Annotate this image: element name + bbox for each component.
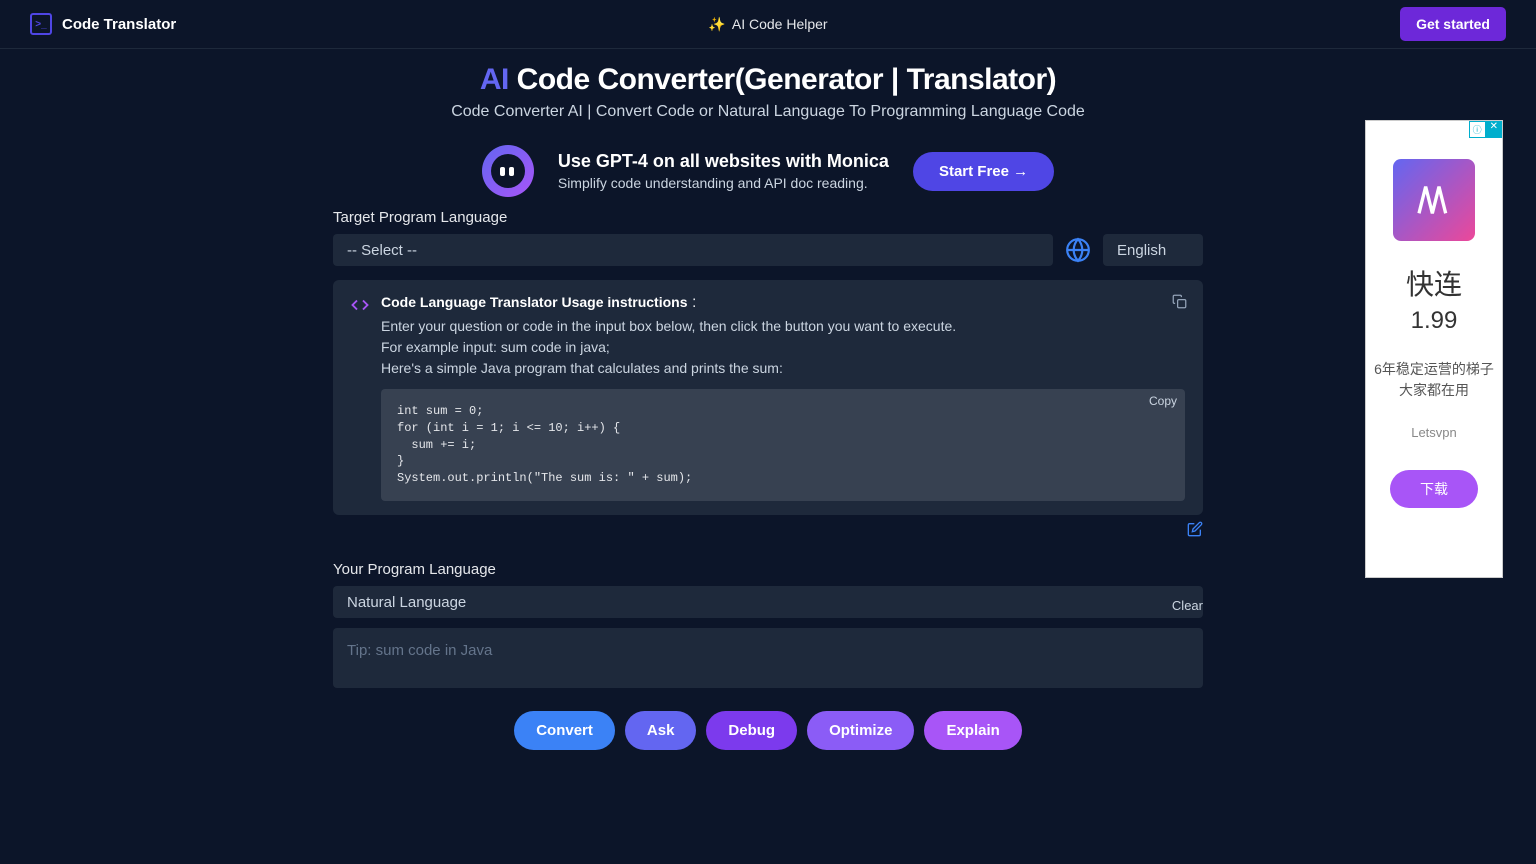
debug-button[interactable]: Debug <box>706 711 797 750</box>
code-copy-button[interactable]: Copy <box>1149 393 1177 410</box>
ad-download-button[interactable]: 下载 <box>1390 470 1478 508</box>
ad-brand: Letsvpn <box>1411 425 1457 440</box>
promo-title: Use GPT-4 on all websites with Monica <box>558 151 889 172</box>
code-input[interactable] <box>333 628 1203 688</box>
header-center[interactable]: ✨ AI Code Helper <box>708 16 827 33</box>
header: >_ Code Translator ✨ AI Code Helper Get … <box>0 0 1536 49</box>
sparkle-icon: ✨ <box>708 16 725 33</box>
instructions-line3: Here's a simple Java program that calcul… <box>381 358 1185 379</box>
title-ai: AI <box>480 63 509 96</box>
code-content: int sum = 0; for (int i = 1; i <= 10; i+… <box>397 404 692 485</box>
code-example: Copy int sum = 0; for (int i = 1; i <= 10… <box>381 389 1185 501</box>
edit-row <box>333 521 1203 537</box>
get-started-button[interactable]: Get started <box>1400 7 1506 41</box>
main-container: Target Program Language -- Select -- Eng… <box>333 209 1203 750</box>
your-lang-section: Your Program Language Natural Language C… <box>333 561 1203 693</box>
start-free-button[interactable]: Start Free → <box>913 152 1054 191</box>
copy-icon[interactable] <box>1172 294 1187 309</box>
instructions-title: Code Language Translator Usage instructi… <box>381 294 688 310</box>
instructions-line2: For example input: sum code in java; <box>381 337 1185 358</box>
optimize-button[interactable]: Optimize <box>807 711 914 750</box>
promo-subtitle: Simplify code understanding and API doc … <box>558 175 889 191</box>
target-lang-label: Target Program Language <box>333 209 1203 226</box>
your-lang-label: Your Program Language <box>333 561 1203 578</box>
promo-banner: Use GPT-4 on all websites with Monica Si… <box>333 145 1203 197</box>
globe-icon <box>1065 237 1091 263</box>
target-select-row: -- Select -- English <box>333 234 1203 266</box>
ad-close-icon[interactable]: ✕ <box>1486 121 1502 138</box>
title-rest: Code Converter(Generator | Translator) <box>509 63 1056 96</box>
instructions-box: Code Language Translator Usage instructi… <box>333 280 1203 515</box>
instructions-line1: Enter your question or code in the input… <box>381 316 1185 337</box>
action-buttons: Convert Ask Debug Optimize Explain <box>333 711 1203 750</box>
input-wrap: Clear <box>333 618 1203 693</box>
instructions-colon: : <box>688 294 697 311</box>
promo-text: Use GPT-4 on all websites with Monica Si… <box>558 151 889 191</box>
ui-lang-select[interactable]: English <box>1103 234 1203 266</box>
explain-button[interactable]: Explain <box>924 711 1021 750</box>
terminal-icon: >_ <box>30 13 52 35</box>
clear-button[interactable]: Clear <box>1172 598 1203 613</box>
page-title: AI Code Converter(Generator | Translator… <box>0 63 1536 97</box>
convert-button[interactable]: Convert <box>514 711 615 750</box>
logo-group[interactable]: >_ Code Translator <box>30 13 176 35</box>
ad-price: 1.99 <box>1411 307 1458 335</box>
your-lang-select[interactable]: Natural Language <box>333 586 1203 618</box>
logo-text: Code Translator <box>62 16 176 33</box>
ad-logo-icon <box>1393 159 1475 241</box>
target-lang-select[interactable]: -- Select -- <box>333 234 1053 266</box>
ask-button[interactable]: Ask <box>625 711 697 750</box>
helper-text: AI Code Helper <box>732 16 828 32</box>
ad-header: ⓘ ✕ <box>1469 121 1502 138</box>
page-subtitle: Code Converter AI | Convert Code or Natu… <box>0 103 1536 121</box>
ad-info-icon[interactable]: ⓘ <box>1469 121 1486 138</box>
monica-icon <box>482 145 534 197</box>
ad-panel: ⓘ ✕ 快连 1.99 6年稳定运营的梯子 大家都在用 Letsvpn 下载 <box>1365 120 1503 578</box>
hero: AI Code Converter(Generator | Translator… <box>0 49 1536 129</box>
ad-description: 6年稳定运营的梯子 大家都在用 <box>1374 359 1494 401</box>
code-icon <box>351 296 369 314</box>
ad-title: 快连 <box>1406 263 1462 303</box>
edit-icon[interactable] <box>1187 521 1203 537</box>
